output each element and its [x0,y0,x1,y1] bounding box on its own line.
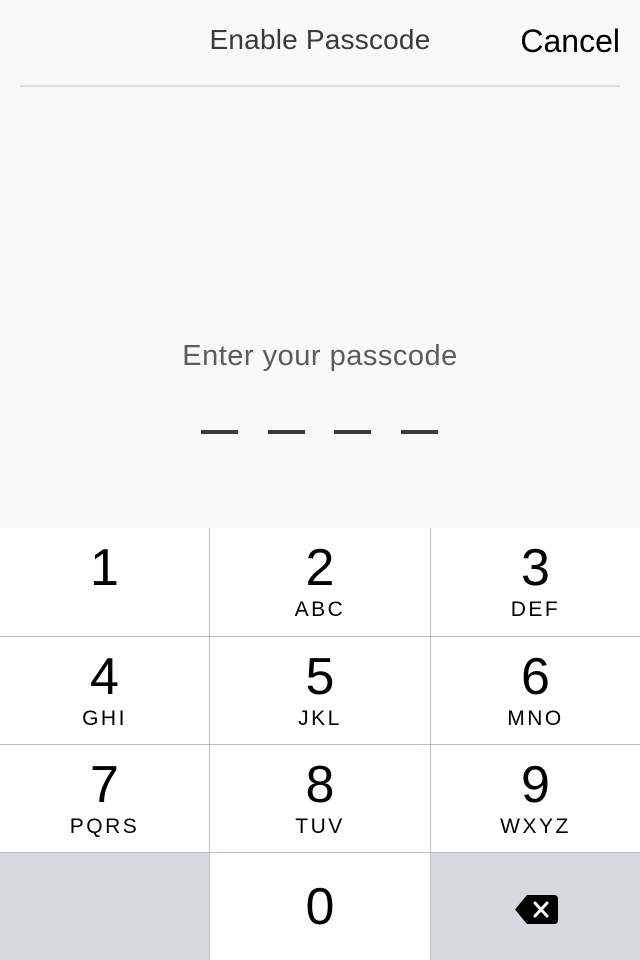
key-digit: 0 [305,878,335,936]
key-digit: 2 [305,539,335,597]
key-digit: 7 [90,756,119,814]
passcode-prompt: Enter your passcode [182,340,458,372]
key-4[interactable]: 4 GHI [0,637,209,744]
cancel-button[interactable]: Cancel [520,23,620,60]
key-letters: JKL [298,707,342,730]
key-digit: 3 [521,539,550,597]
key-letters: GHI [82,707,127,730]
key-1[interactable]: 1 [0,528,209,636]
key-digit: 9 [521,756,550,814]
key-digit: 1 [90,539,119,597]
key-6[interactable]: 6 MNO [431,637,640,744]
key-digit: 5 [305,648,335,706]
key-divider [0,744,640,745]
key-letters: DEF [510,598,561,621]
key-2[interactable]: 2 ABC [210,528,430,636]
backspace-icon [515,895,558,924]
key-digit: 8 [305,756,335,814]
key-3[interactable]: 3 DEF [431,528,640,636]
key-digit: 4 [90,648,119,706]
key-letters: MNO [507,707,564,730]
key-letters: TUV [295,815,345,838]
key-5[interactable]: 5 JKL [210,637,430,744]
passcode-digit-slot [401,430,438,434]
divider [20,85,620,87]
passcode-digit-slot [334,430,371,434]
passcode-digit-slot [268,430,305,434]
key-divider [0,852,640,853]
key-divider [0,636,640,637]
key-letters: WXYZ [500,815,571,838]
key-7[interactable]: 7 PQRS [0,745,209,852]
passcode-indicator [0,430,640,436]
navigation-bar: Enable Passcode Cancel [0,0,640,87]
key-digit: 6 [521,648,550,706]
key-letters: PQRS [69,815,140,838]
empty-key [0,853,209,960]
passcode-digit-slot [201,430,238,434]
key-0[interactable]: 0 [210,853,430,960]
key-letters: ABC [294,598,346,621]
key-8[interactable]: 8 TUV [210,745,430,852]
key-9[interactable]: 9 WXYZ [431,745,640,852]
